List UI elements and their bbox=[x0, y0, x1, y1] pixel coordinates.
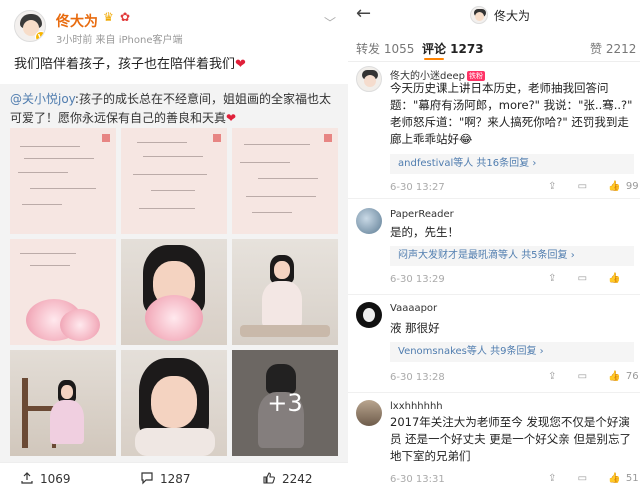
thumbs-up-icon bbox=[263, 472, 275, 484]
share-icon[interactable]: ⇪ bbox=[548, 181, 556, 192]
gift-icon: ✿ bbox=[120, 10, 131, 24]
comment-time: 6-30 13:27 bbox=[390, 182, 445, 193]
weibo-post: V 佟大为 ♛ ✿ 3小时前 来自 iPhone客户端 ﹀ 我们陪伴着孩子，孩子… bbox=[0, 0, 348, 495]
thumbs-up-icon[interactable]: 👍 bbox=[608, 473, 620, 484]
image-thumb-1[interactable] bbox=[10, 128, 116, 234]
replies-summary[interactable]: andfestival等人 共16条回复 › bbox=[390, 154, 634, 174]
image-thumb-7[interactable] bbox=[10, 350, 116, 456]
image-thumb-2[interactable] bbox=[121, 128, 227, 234]
image-thumb-5[interactable] bbox=[121, 239, 227, 345]
post-text: 我们陪伴着孩子，孩子也在陪伴着我们❤ bbox=[14, 57, 246, 72]
replies-summary[interactable]: 闷声大发财才是最吼滴等人 共5条回复 › bbox=[390, 246, 634, 266]
author-name[interactable]: 佟大为 bbox=[56, 11, 98, 31]
comment-actions: ⇪ ▭ 👍 51 bbox=[548, 473, 639, 484]
share-icon bbox=[21, 472, 33, 484]
image-thumb-9[interactable]: +3 bbox=[232, 350, 338, 456]
comment-actions: ⇪ ▭ 👍 99 bbox=[548, 181, 639, 192]
thumbs-up-icon[interactable]: 👍 bbox=[608, 273, 620, 284]
active-tab-indicator bbox=[424, 58, 444, 60]
top-bar: ← 佟大为 bbox=[348, 0, 640, 30]
comment-time: 6-30 13:29 bbox=[390, 274, 445, 285]
comment-time: 6-30 13:28 bbox=[390, 372, 445, 383]
commenter-avatar[interactable] bbox=[356, 208, 382, 234]
post-action-bar: 1069 1287 2242 bbox=[0, 462, 348, 495]
reposted-content[interactable]: @关小悦joy:孩子的成长总在不经意间，姐姐画的全家福也太可爱了！愿你永远保有自… bbox=[0, 84, 348, 462]
like-count: 99 bbox=[625, 181, 639, 192]
replies-summary[interactable]: Venomsnakes等人 共9条回复 › bbox=[390, 342, 634, 362]
divider bbox=[348, 392, 640, 393]
like-button[interactable]: 2242 bbox=[262, 471, 313, 486]
commenter-name[interactable]: lxxhhhhhh bbox=[390, 401, 443, 412]
share-icon[interactable]: ⇪ bbox=[548, 273, 556, 284]
comment-icon bbox=[141, 472, 153, 485]
heart-icon: ❤ bbox=[235, 57, 246, 72]
comment-text: 今天历史课上讲日本历史，老师抽我回答问题："幕府有汤阿郎，more?" 我说："… bbox=[390, 81, 633, 146]
tab-likes[interactable]: 赞 2212 bbox=[590, 40, 636, 57]
author-avatar[interactable]: V bbox=[14, 10, 46, 42]
comment-actions: ⇪ ▭ 👍 bbox=[548, 273, 621, 284]
commenter-name[interactable]: Vaaaapor bbox=[390, 303, 437, 314]
commenter-avatar[interactable] bbox=[356, 400, 382, 426]
commenter-avatar[interactable] bbox=[356, 66, 382, 92]
verified-icon: V bbox=[35, 31, 45, 41]
comment-time: 6-30 13:31 bbox=[390, 474, 445, 485]
share-icon[interactable]: ⇪ bbox=[548, 473, 556, 484]
commenter-name[interactable]: PaperReader bbox=[390, 209, 454, 220]
comment-icon[interactable]: ▭ bbox=[578, 273, 587, 284]
like-count: 76 bbox=[625, 371, 639, 382]
divider bbox=[348, 198, 640, 199]
chevron-down-icon[interactable]: ﹀ bbox=[324, 14, 336, 31]
comment-detail-page: ← 佟大为 转发 1055 评论 1273 赞 2212 佟大的小迷deep 铁粉… bbox=[348, 0, 640, 495]
comment-text: 液 那很好 bbox=[390, 321, 440, 335]
detail-tabs: 转发 1055 评论 1273 赞 2212 bbox=[348, 36, 640, 62]
heart-icon: ❤ bbox=[226, 111, 237, 125]
comment-button[interactable]: 1287 bbox=[140, 471, 191, 486]
more-images-overlay[interactable]: +3 bbox=[232, 350, 338, 456]
post-meta: 3小时前 来自 iPhone客户端 bbox=[56, 35, 183, 46]
comment-icon[interactable]: ▭ bbox=[578, 181, 587, 192]
comment-icon[interactable]: ▭ bbox=[578, 473, 587, 484]
commenter-avatar[interactable] bbox=[356, 302, 382, 328]
image-thumb-6[interactable] bbox=[232, 239, 338, 345]
comment-text: 是的，先生！ bbox=[390, 225, 459, 239]
image-thumb-3[interactable] bbox=[232, 128, 338, 234]
comment-actions: ⇪ ▭ 👍 76 bbox=[548, 371, 639, 382]
thumbs-up-icon[interactable]: 👍 bbox=[608, 371, 620, 382]
tab-comments[interactable]: 评论 1273 bbox=[422, 40, 484, 57]
title-avatar bbox=[470, 6, 488, 24]
share-button[interactable]: 1069 bbox=[20, 471, 71, 486]
comment-text: 2017年关注大为老师至今 发现您不仅是个好演员 还是一个好丈夫 更是一个好父亲… bbox=[390, 415, 631, 463]
mention-link[interactable]: @关小悦joy bbox=[10, 92, 75, 106]
image-thumb-4[interactable] bbox=[10, 239, 116, 345]
like-count: 51 bbox=[625, 473, 639, 484]
image-thumb-8[interactable] bbox=[121, 350, 227, 456]
thumbs-up-icon[interactable]: 👍 bbox=[608, 181, 620, 192]
tab-repost[interactable]: 转发 1055 bbox=[356, 40, 414, 57]
comment-icon[interactable]: ▭ bbox=[578, 371, 587, 382]
post-header: V 佟大为 ♛ ✿ 3小时前 来自 iPhone客户端 ﹀ bbox=[0, 0, 348, 52]
share-icon[interactable]: ⇪ bbox=[548, 371, 556, 382]
back-arrow-icon[interactable]: ← bbox=[356, 3, 371, 24]
crown-icon: ♛ bbox=[103, 10, 114, 24]
page-title: 佟大为 bbox=[494, 9, 531, 23]
repost-text: @关小悦joy:孩子的成长总在不经意间，姐姐画的全家福也太可爱了！愿你永远保有自… bbox=[10, 92, 331, 125]
divider bbox=[348, 294, 640, 295]
